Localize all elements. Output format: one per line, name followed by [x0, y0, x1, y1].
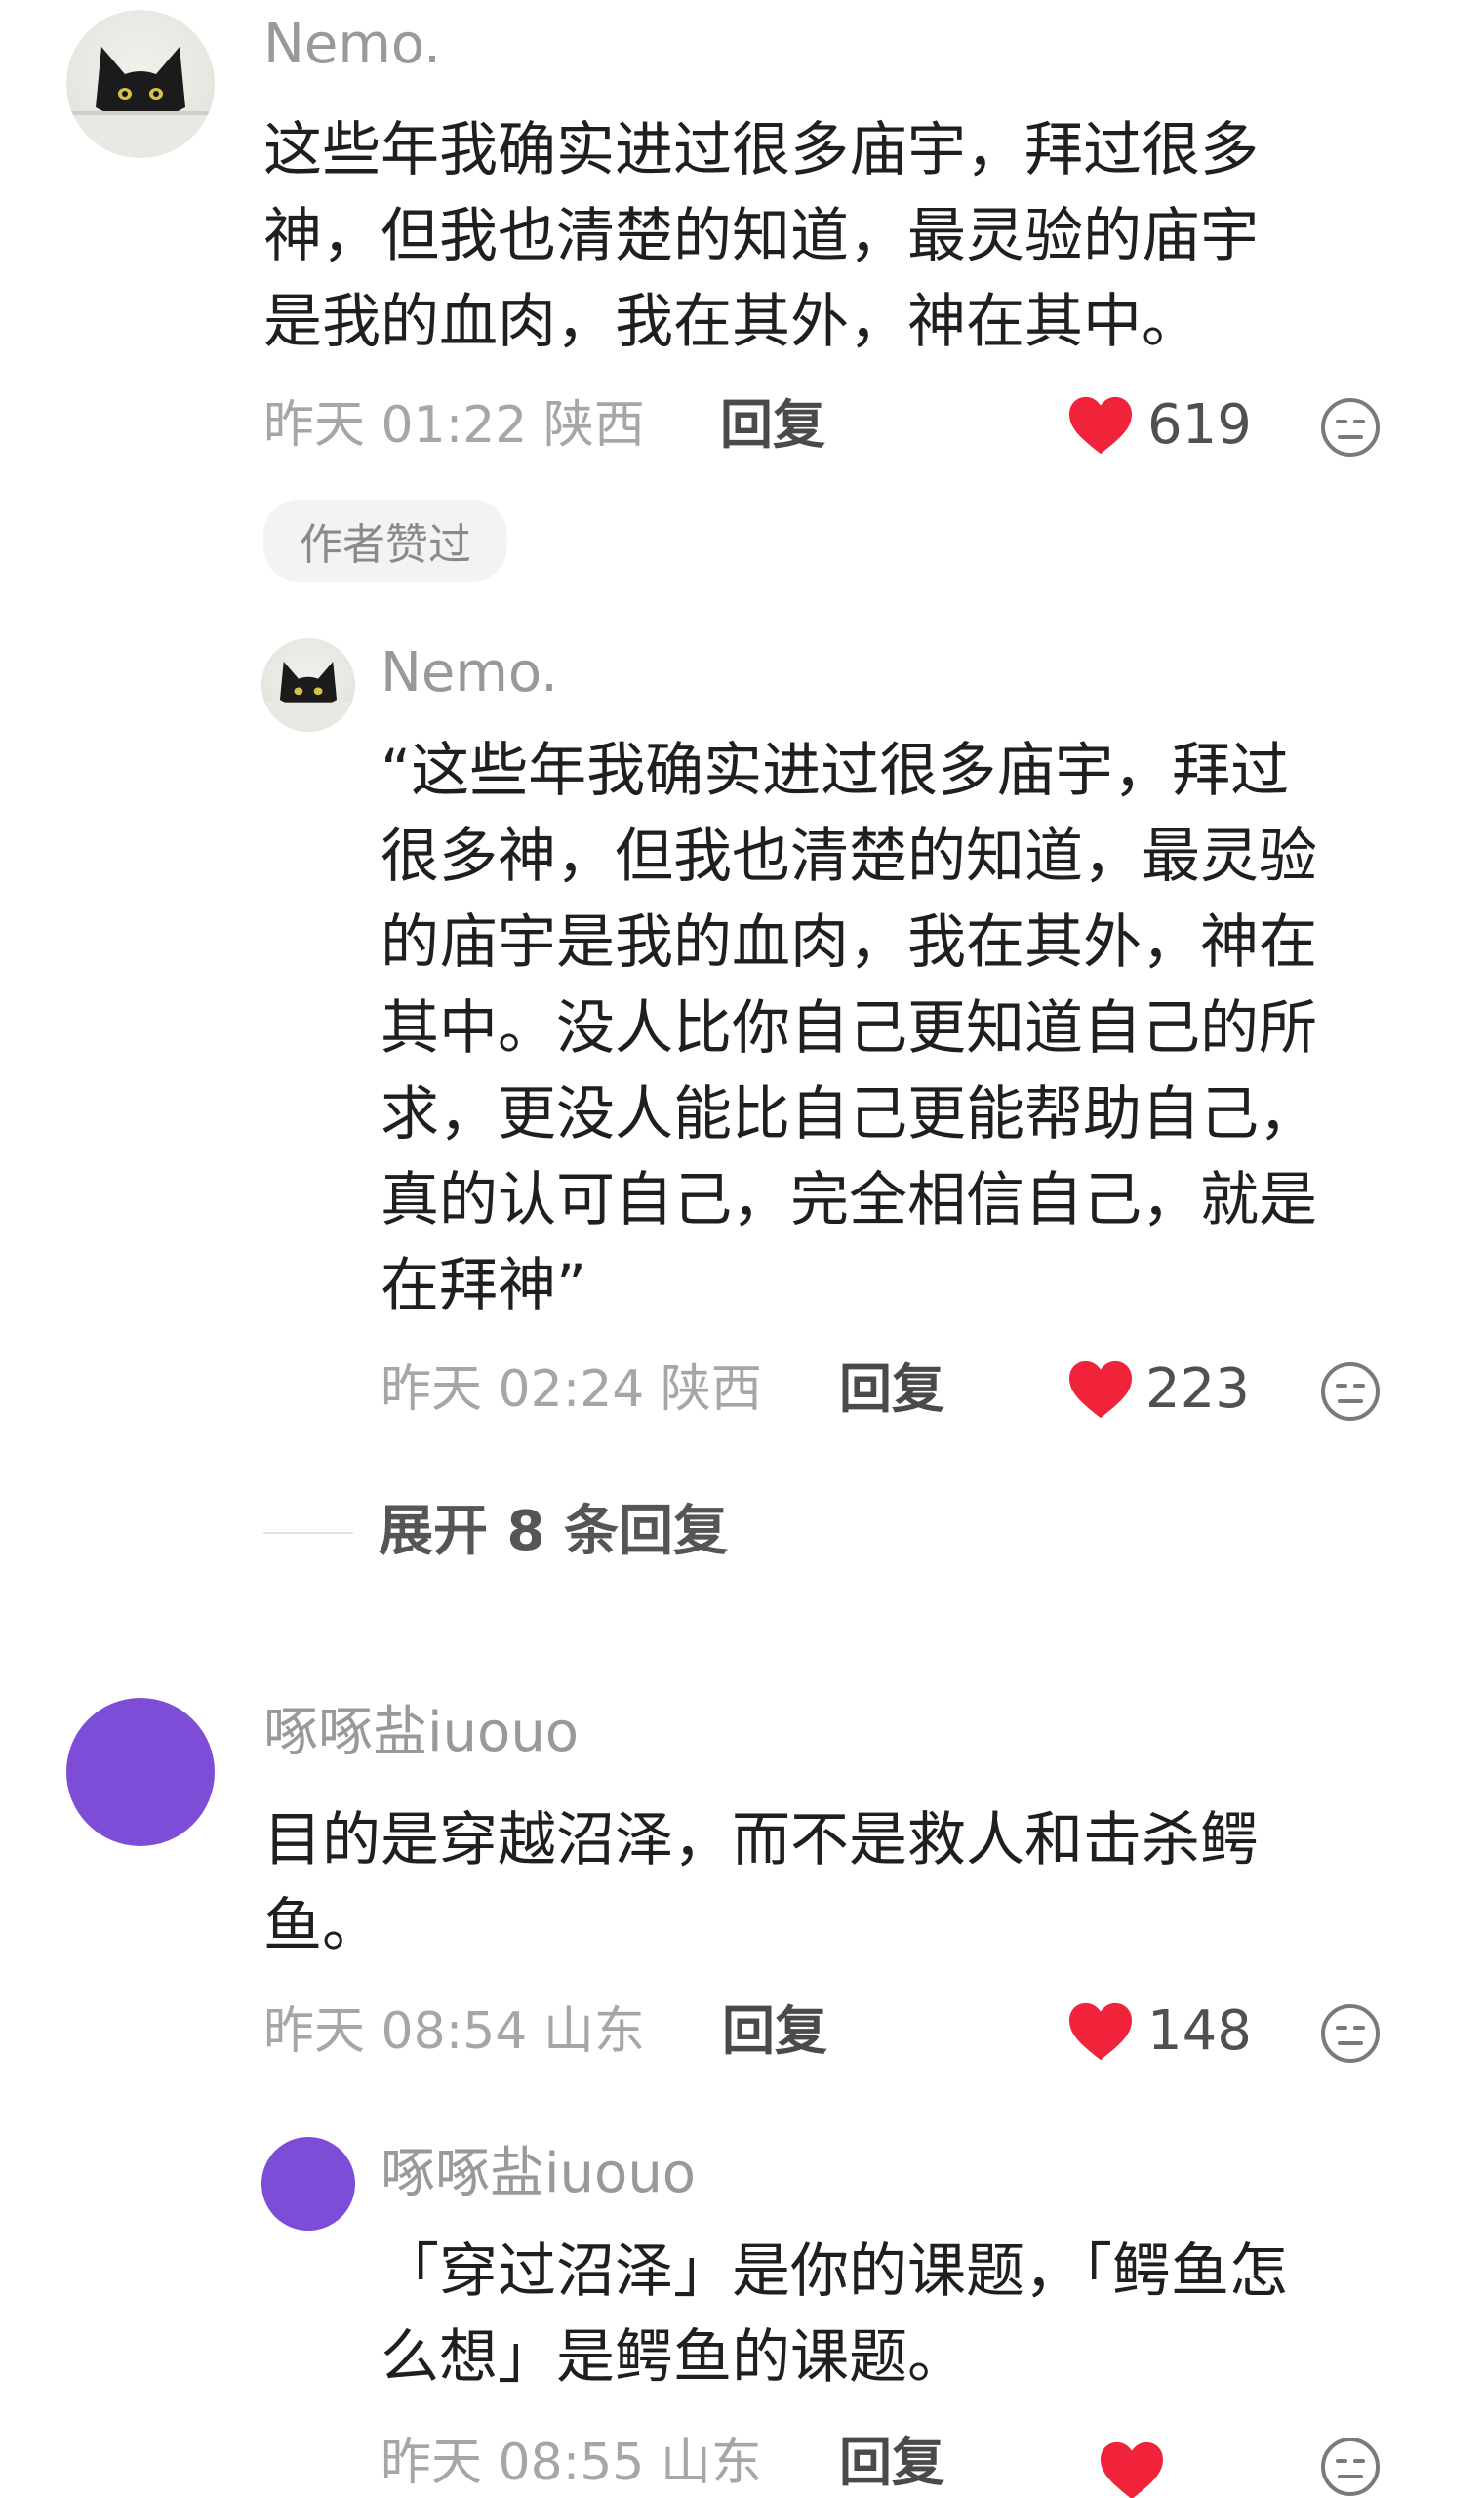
comment-text: 这些年我确实进过很多庙宇，拜过很多 神，但我也清楚的知道，最灵验的庙宇 是我的血…: [263, 116, 1259, 356]
comment-text: 目的是穿越沼泽，而不是救人和击杀鳄 鱼。: [263, 1806, 1259, 1960]
dislike-face-icon[interactable]: [1319, 2002, 1382, 2065]
black-cat-avatar-image: [66, 47, 215, 158]
comment-thread: Nemo. 这些年我确实进过很多庙宇，拜过很多 神，但我也清楚的知道，最灵验的庙…: [0, 0, 1484, 2498]
expand-replies-button[interactable]: 展开 8 条回复: [379, 1499, 728, 1565]
reply-meta: 昨天 08:55 山东: [381, 2432, 762, 2494]
reply-time: 昨天 02:24: [381, 1360, 645, 1419]
like-count: 223: [1145, 1357, 1250, 1421]
author-liked-badge: 作者赞过: [263, 500, 507, 582]
heart-icon[interactable]: [1065, 2000, 1136, 2063]
reply-meta: 昨天 02:24 陕西: [381, 1358, 762, 1421]
reply-location: 山东: [660, 2434, 762, 2492]
reply-username[interactable]: Nemo.: [381, 642, 558, 705]
like-count: 619: [1147, 393, 1252, 457]
reply-button[interactable]: 回复: [839, 2432, 944, 2494]
comment-meta: 昨天 08:54 山东: [263, 2000, 645, 2063]
reply-button[interactable]: 回复: [722, 2000, 827, 2063]
avatar[interactable]: [261, 638, 355, 732]
black-cat-avatar-image: [261, 662, 355, 732]
avatar[interactable]: [261, 2137, 355, 2231]
comment-meta: 昨天 01:22 陕西: [263, 394, 645, 457]
reply-button[interactable]: 回复: [839, 1358, 944, 1421]
reply-text: 「穿过沼泽」是你的课题，「鳄鱼怎 么想」是鳄鱼的课题。: [381, 2237, 1288, 2392]
avatar[interactable]: [66, 1698, 215, 1846]
avatar[interactable]: [66, 10, 215, 158]
comment-username[interactable]: Nemo.: [263, 14, 441, 76]
comment-time: 昨天 01:22: [263, 396, 528, 455]
heart-icon[interactable]: [1097, 2439, 1167, 2498]
reply-time: 昨天 08:55: [381, 2434, 645, 2492]
reply-username[interactable]: 啄啄盐iuouo: [381, 2143, 696, 2205]
comment-username[interactable]: 啄啄盐iuouo: [263, 1702, 579, 1764]
heart-icon[interactable]: [1065, 394, 1136, 457]
like-count: 148: [1147, 1999, 1252, 2063]
dislike-face-icon[interactable]: [1319, 2436, 1382, 2498]
reply-text: “这些年我确实进过很多庙宇，拜过 很多神，但我也清楚的知道，最灵验 的庙宇是我的…: [381, 737, 1317, 1320]
dislike-face-icon[interactable]: [1319, 1360, 1382, 1423]
comment-location: 陕西: [542, 396, 645, 455]
expand-divider: [263, 1532, 353, 1534]
dislike-face-icon[interactable]: [1319, 396, 1382, 459]
heart-icon[interactable]: [1065, 1358, 1136, 1421]
reply-button[interactable]: 回复: [720, 394, 825, 457]
reply-location: 陕西: [660, 1360, 762, 1419]
comment-time: 昨天 08:54: [263, 2002, 528, 2061]
comment-location: 山东: [542, 2002, 645, 2061]
